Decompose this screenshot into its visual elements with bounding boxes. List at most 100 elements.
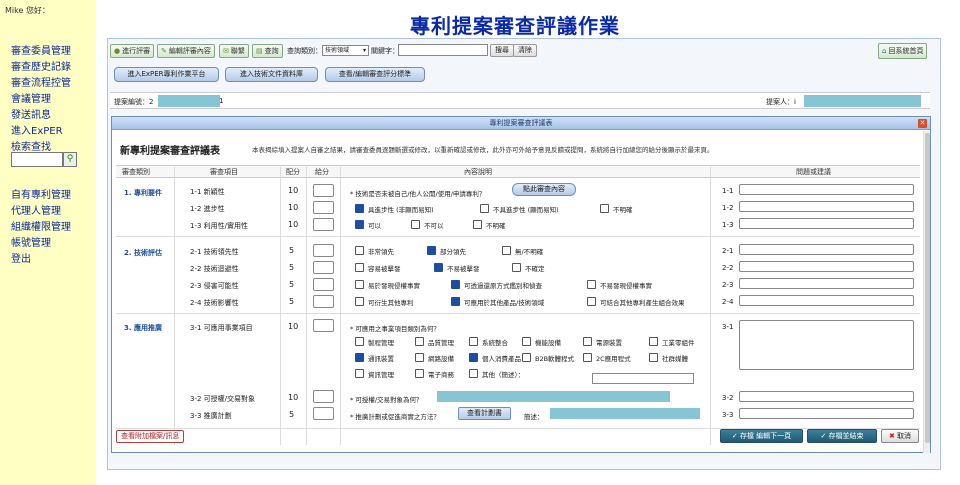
checkbox[interactable] [587,280,596,289]
comment-input[interactable] [739,218,914,229]
nav-review-history[interactable]: 審查歷史記錄 [11,58,71,73]
nav-exper[interactable]: 進入ExPER [11,122,63,137]
nav-org-permissions[interactable]: 組織權限管理 [11,218,71,233]
score-input[interactable] [313,278,334,291]
score-input[interactable] [313,390,334,403]
edit-review-button[interactable]: ✎ 編輯評審內容 [157,44,215,58]
view-content-button[interactable]: 點此審查內容 [512,183,576,196]
brief-label: 簡述： [524,413,544,421]
comment-input[interactable] [739,201,914,212]
score-input[interactable] [313,201,334,214]
keyword-input[interactable] [398,44,488,56]
checkbox[interactable] [473,220,482,229]
checkbox[interactable] [355,280,364,289]
option-label: 不具進步性 (顯而易知) [493,206,559,214]
contact-button[interactable]: ✉ 聯繫 [219,44,249,58]
score-input[interactable] [313,319,334,332]
checkbox-checked[interactable] [355,204,364,213]
nav-meeting[interactable]: 會議管理 [11,90,51,105]
nav-own-patents[interactable]: 自有專利管理 [11,186,71,201]
checkbox[interactable] [469,369,478,378]
clear-button[interactable]: 清除 [513,44,537,57]
view-attachments-button[interactable]: 查看附加檔案/訊息 [116,430,185,443]
home-button[interactable]: ⌂ 回系統首頁 [878,43,928,59]
option-label: 資訊管理 [368,371,394,379]
nav-agents[interactable]: 代理人管理 [11,202,61,217]
close-icon[interactable]: ✕ [918,119,927,128]
checkbox-checked[interactable] [355,220,364,229]
category-select[interactable]: 技術領域 ▾ [322,45,369,56]
checkbox[interactable] [583,353,592,362]
checkbox[interactable] [583,337,592,346]
tech-docs-link[interactable]: 進入技術文件資料庫 [225,67,318,82]
checkbox[interactable] [355,246,364,255]
checkbox[interactable] [649,353,658,362]
nav-send-message[interactable]: 發送訊息 [11,106,51,121]
checkbox[interactable] [600,204,609,213]
comment-textarea[interactable] [739,320,914,370]
comment-input[interactable] [739,278,914,289]
score-input[interactable] [313,244,334,257]
save-finish-button[interactable]: ✓ 存檔並結束 [807,429,877,443]
item-name: 2-1 技術領先性 [190,248,239,256]
save-next-button[interactable]: ✓ 存檔 編輯下一頁 [720,429,803,443]
cancel-button[interactable]: ✖ 取消 [881,429,919,443]
option-label: 個人消費產品 [482,355,521,363]
review-criteria-link[interactable]: 查看/編輯審查評分標準 [325,67,425,82]
nav-search[interactable]: 檢索查找 [11,138,51,153]
checkbox-checked[interactable] [434,263,443,272]
checkbox[interactable] [522,337,531,346]
start-review-button[interactable]: ● 進行評審 [110,44,155,58]
item-name: 2-3 侵害可能性 [190,282,239,290]
checkbox[interactable] [469,337,478,346]
checkbox-checked[interactable] [469,353,478,362]
checkbox[interactable] [480,204,489,213]
score-input[interactable] [313,261,334,274]
nav-search-input[interactable] [11,152,63,167]
query-button[interactable]: ▤ 查詢 [252,44,283,58]
comment-input[interactable] [739,295,914,306]
checkbox[interactable] [522,353,531,362]
checkbox[interactable] [355,369,364,378]
proposal-number-label: 提案編號：2 [114,98,154,106]
exper-platform-link[interactable]: 進入ExPER專利作業平台 [114,67,219,82]
checkbox[interactable] [355,337,364,346]
dialog-title: 專利提案審查評議表 [112,117,930,130]
comment-input[interactable] [739,244,914,255]
score-input[interactable] [313,407,334,420]
score-input[interactable] [313,295,334,308]
checkbox[interactable] [415,353,424,362]
view-plan-button[interactable]: 查看計劃書 [458,407,511,420]
search-icon[interactable]: ⚲ [63,152,77,167]
checkbox-checked[interactable] [451,280,460,289]
checkbox-checked[interactable] [427,246,436,255]
checkbox[interactable] [587,297,596,306]
nav-review-committee[interactable]: 審查委員管理 [11,42,71,57]
nav-account[interactable]: 帳號管理 [11,234,51,249]
checkbox[interactable] [355,263,364,272]
search-button[interactable]: 搜尋 [490,44,514,57]
checkbox[interactable] [411,220,420,229]
comment-input[interactable] [739,391,914,402]
comment-input[interactable] [739,184,914,195]
checkbox-checked[interactable] [355,353,364,362]
score-input[interactable] [313,184,334,197]
checkbox-checked[interactable] [451,297,460,306]
checkbox[interactable] [512,263,521,272]
checkbox[interactable] [502,246,511,255]
other-input[interactable] [592,373,694,384]
checkbox[interactable] [415,337,424,346]
nav-logout[interactable]: 登出 [11,250,31,265]
keyword-label: 關鍵字： [371,47,399,55]
checkbox[interactable] [355,297,364,306]
checkbox[interactable] [649,337,658,346]
dialog-scrollbar[interactable] [923,131,930,453]
checkbox[interactable] [415,369,424,378]
comment-input[interactable] [739,408,914,419]
scrollbar-thumb[interactable] [925,133,930,443]
row-number: 3-3 [722,411,734,419]
item-weight: 10 [288,322,299,331]
score-input[interactable] [313,218,334,231]
comment-input[interactable] [739,261,914,272]
nav-review-flow[interactable]: 審查流程控管 [11,74,71,89]
